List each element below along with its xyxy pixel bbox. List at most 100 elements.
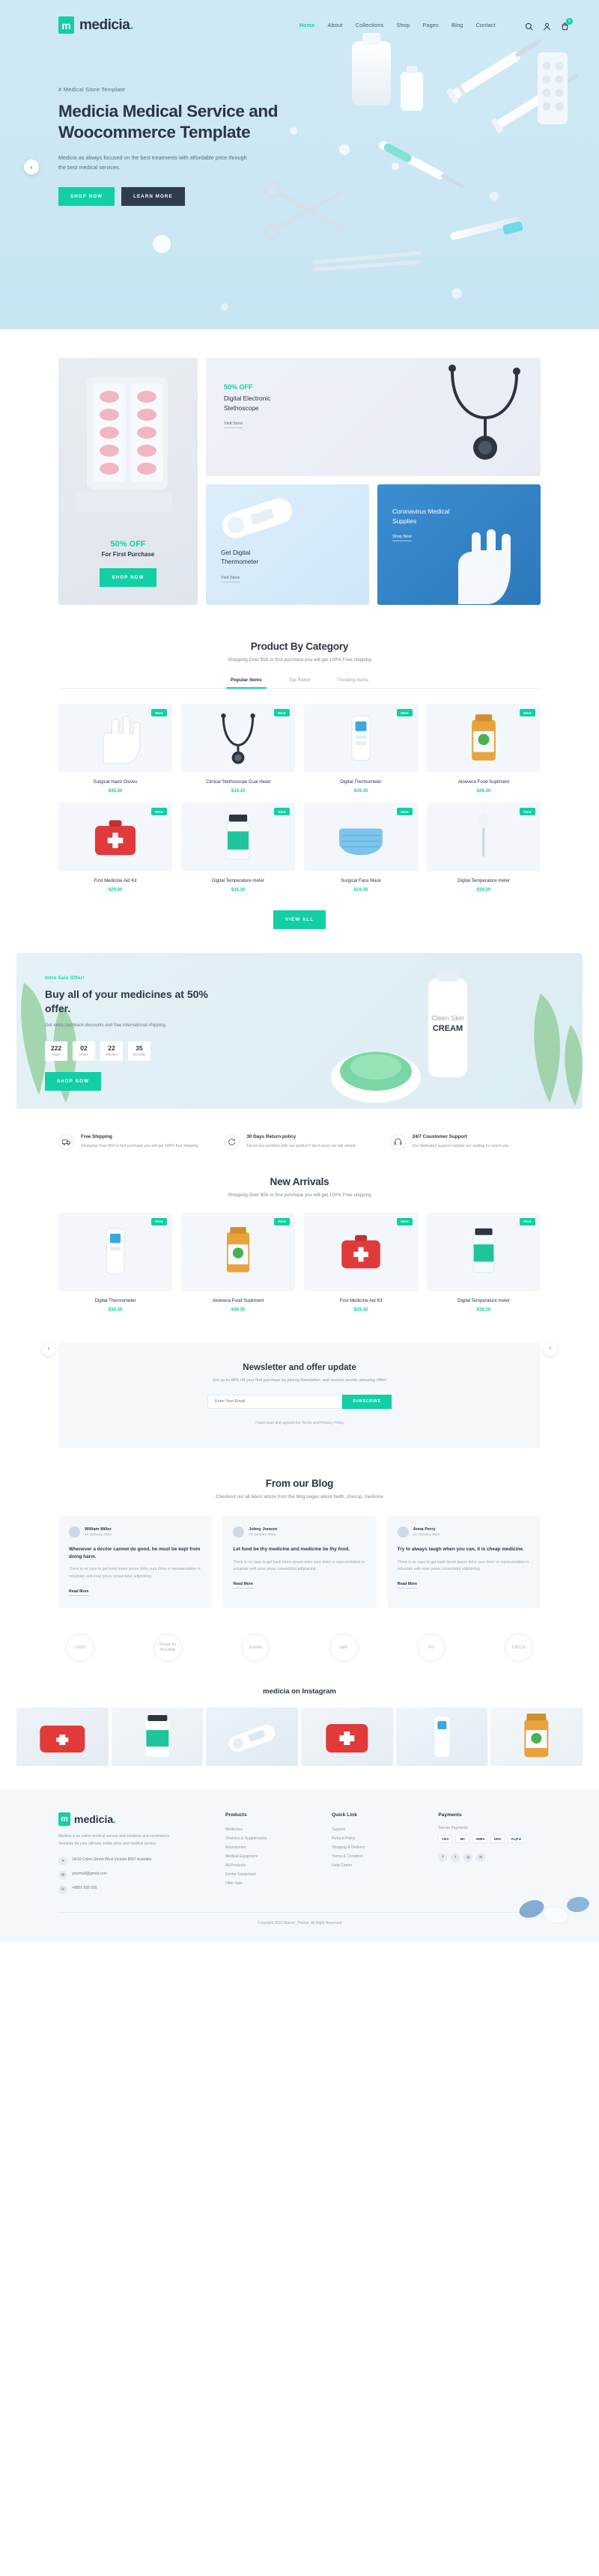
- promo-card-stethoscope[interactable]: 50% OFF Digital Electronic Stethoscope V…: [206, 358, 541, 476]
- footer-link[interactable]: Terms & Condition: [332, 1853, 425, 1862]
- instagram-item[interactable]: [16, 1707, 109, 1766]
- brand-mark-icon: m: [58, 16, 74, 34]
- tab-popular-items[interactable]: Popular Items: [225, 678, 267, 689]
- product-card[interactable]: New Digital Temperature meter $39.30: [427, 803, 541, 892]
- footer-contact-phone[interactable]: ☏ +8801 555 655: [58, 1885, 212, 1895]
- footer-link[interactable]: Medicines: [225, 1826, 318, 1835]
- sale-eyebrow: Intro Sale Offer!: [45, 975, 85, 981]
- features-section: Free Shipping Shopping Over $59 or first…: [0, 1109, 599, 1151]
- product-card[interactable]: New Digital Temperature meter $34.30: [181, 803, 295, 892]
- post-read-more-link[interactable]: Read More: [69, 1589, 89, 1596]
- promo-steth-link[interactable]: Visit Store: [224, 421, 243, 429]
- arrivals-next-arrow[interactable]: ›: [544, 1342, 557, 1356]
- arrivals-title: New Arrivals: [270, 1175, 329, 1187]
- promo-card-supplies[interactable]: Coronavirus Medical Supplies Shop Now: [377, 484, 541, 605]
- footer-link[interactable]: Vitamins & Supplements: [225, 1835, 318, 1844]
- nav-item-home[interactable]: Home: [299, 22, 314, 28]
- search-icon[interactable]: [525, 21, 533, 31]
- product-thumbnail: New: [304, 704, 418, 773]
- cart-icon[interactable]: 0: [561, 18, 573, 31]
- footer-contact-list: ⌖ 14/10 Colins Street West Victoria 8007…: [58, 1857, 212, 1895]
- promo-card-thermometer[interactable]: Get Digital Thermometer Visit Store: [206, 484, 369, 605]
- twitter-icon[interactable]: t: [451, 1852, 460, 1862]
- post-read-more-link[interactable]: Read More: [397, 1582, 418, 1589]
- arrival-card[interactable]: New Digital Thermometer $39.30: [58, 1212, 172, 1312]
- view-all-button[interactable]: View All: [273, 910, 326, 929]
- arrivals-prev-arrow[interactable]: ‹: [42, 1342, 55, 1356]
- hero-shop-now-button[interactable]: Shop Now: [58, 187, 115, 207]
- feature-desc: Shopping Over $59 or first purchase you …: [81, 1144, 199, 1148]
- footer-address-text: 14/10 Colins Street West Victoria 8007 A…: [72, 1857, 152, 1863]
- promo-shop-now-button[interactable]: Shop Now: [100, 568, 156, 587]
- instagram-item[interactable]: [111, 1707, 204, 1766]
- instagram-item[interactable]: [206, 1707, 298, 1766]
- instagram-item[interactable]: [300, 1707, 393, 1766]
- product-card[interactable]: New Surgical Face Mask $19.30: [304, 803, 418, 892]
- nav-item-shop[interactable]: Shop: [396, 22, 410, 28]
- footer-email-text: yourmail@gmail.com: [72, 1872, 107, 1877]
- footer-link[interactable]: Support: [332, 1826, 425, 1835]
- footer-link[interactable]: Help Center: [332, 1862, 425, 1871]
- footer-link[interactable]: Refund Policy: [332, 1835, 425, 1844]
- product-card[interactable]: New Clinical Stethoscope Dual Head $34.3…: [181, 704, 295, 794]
- partner-logo: Estrella: [241, 1633, 270, 1662]
- tab-trending-items[interactable]: Trending Items: [337, 678, 368, 688]
- brand-mark-icon: m: [58, 1812, 70, 1826]
- blog-post-card[interactable]: William Miller 21 January 2022 Whenever …: [58, 1515, 213, 1608]
- hero-learn-more-button[interactable]: Learn More: [121, 187, 185, 207]
- promo-thermo-link[interactable]: Visit Store: [221, 576, 240, 582]
- product-thumbnail: New: [304, 803, 418, 871]
- payment-mastercard-icon: MC: [455, 1834, 470, 1843]
- instagram-item[interactable]: [395, 1707, 488, 1766]
- brand-logo[interactable]: m medicia.: [58, 16, 134, 34]
- arrival-card[interactable]: New Aloevera Food Supliment $49.30: [181, 1212, 295, 1312]
- tab-top-rated[interactable]: Top Rated: [289, 678, 311, 688]
- hero-prev-arrow[interactable]: ‹: [24, 159, 39, 174]
- payment-visa-icon: VISA: [438, 1834, 453, 1843]
- nav-item-about[interactable]: About: [328, 22, 343, 28]
- promo-card-first-purchase[interactable]: 50% OFF For First Purchase Shop Now: [58, 358, 198, 605]
- sale-shop-now-button[interactable]: Shop Now: [45, 1071, 102, 1091]
- post-date: 21 January 2022: [249, 1532, 276, 1537]
- newsletter-email-input[interactable]: [207, 1394, 343, 1409]
- post-read-more-link[interactable]: Read More: [233, 1582, 253, 1589]
- blog-post-card[interactable]: Anna Perry 21 January 2022 Try to always…: [386, 1515, 541, 1608]
- footer-link[interactable]: Offer Sale: [225, 1880, 318, 1889]
- product-card[interactable]: New First Medicine Aid Kit $29.30: [58, 803, 172, 892]
- countdown-days: 222 Days: [45, 1041, 67, 1061]
- footer-link[interactable]: Doctor Equipment: [225, 1871, 318, 1880]
- instagram-icon[interactable]: ◎: [463, 1852, 473, 1862]
- arrival-card[interactable]: New Digital Temperature meter $39.30: [427, 1212, 541, 1312]
- thermometer-icon: [106, 1228, 125, 1275]
- product-card[interactable]: New Surgical Hand Gloves $45.30: [58, 704, 172, 794]
- arrival-price: $29.30: [353, 1306, 368, 1312]
- hero-eyebrow: # Medical Store Template: [58, 86, 126, 93]
- footer-link[interactable]: All Products: [225, 1862, 318, 1871]
- linkedin-icon[interactable]: in: [476, 1852, 486, 1862]
- newsletter-subscribe-button[interactable]: Subscribe: [342, 1394, 392, 1409]
- blog-post-card[interactable]: Johny Jonson 21 January 2022 Let food be…: [222, 1515, 377, 1608]
- nav-item-contact[interactable]: Contact: [475, 22, 496, 28]
- promo-supplies-link[interactable]: Shop Now: [392, 535, 412, 542]
- facebook-icon[interactable]: f: [438, 1852, 448, 1862]
- instagram-section: medicia on Instagram: [0, 1662, 599, 1766]
- product-price: $34.30: [231, 887, 246, 892]
- instagram-item[interactable]: [490, 1707, 583, 1766]
- post-excerpt: There is no case to get bank lorem ipsum…: [69, 1567, 201, 1580]
- newsletter-terms-note: I have read and agreed the Terms and Pri…: [255, 1420, 344, 1425]
- nav-item-pages[interactable]: Pages: [422, 22, 439, 28]
- footer-link[interactable]: Accessories: [225, 1844, 318, 1853]
- supplement-jar-icon: [226, 814, 250, 860]
- footer-link[interactable]: Shipping & Delivery: [332, 1844, 425, 1853]
- nav-item-blog[interactable]: Blog: [451, 22, 463, 28]
- arrival-card[interactable]: New First Medicine Aid Kit $29.30: [304, 1212, 418, 1312]
- product-card[interactable]: New Digital Thermometer $39.30: [304, 704, 418, 794]
- footer-link[interactable]: Medical Equipment: [225, 1853, 318, 1862]
- footer-logo[interactable]: m medicia.: [58, 1812, 212, 1826]
- countdown-minutes-value: 22: [108, 1044, 115, 1052]
- partner-logos-section: LOGO Design for Branding Estrella D&R PS…: [0, 1608, 599, 1662]
- product-card[interactable]: New Aloevera Food Supliment $49.30: [427, 704, 541, 794]
- user-icon[interactable]: [543, 21, 551, 31]
- nav-item-collections[interactable]: Collections: [356, 22, 384, 28]
- footer-contact-email[interactable]: ✉ yourmail@gmail.com: [58, 1871, 212, 1881]
